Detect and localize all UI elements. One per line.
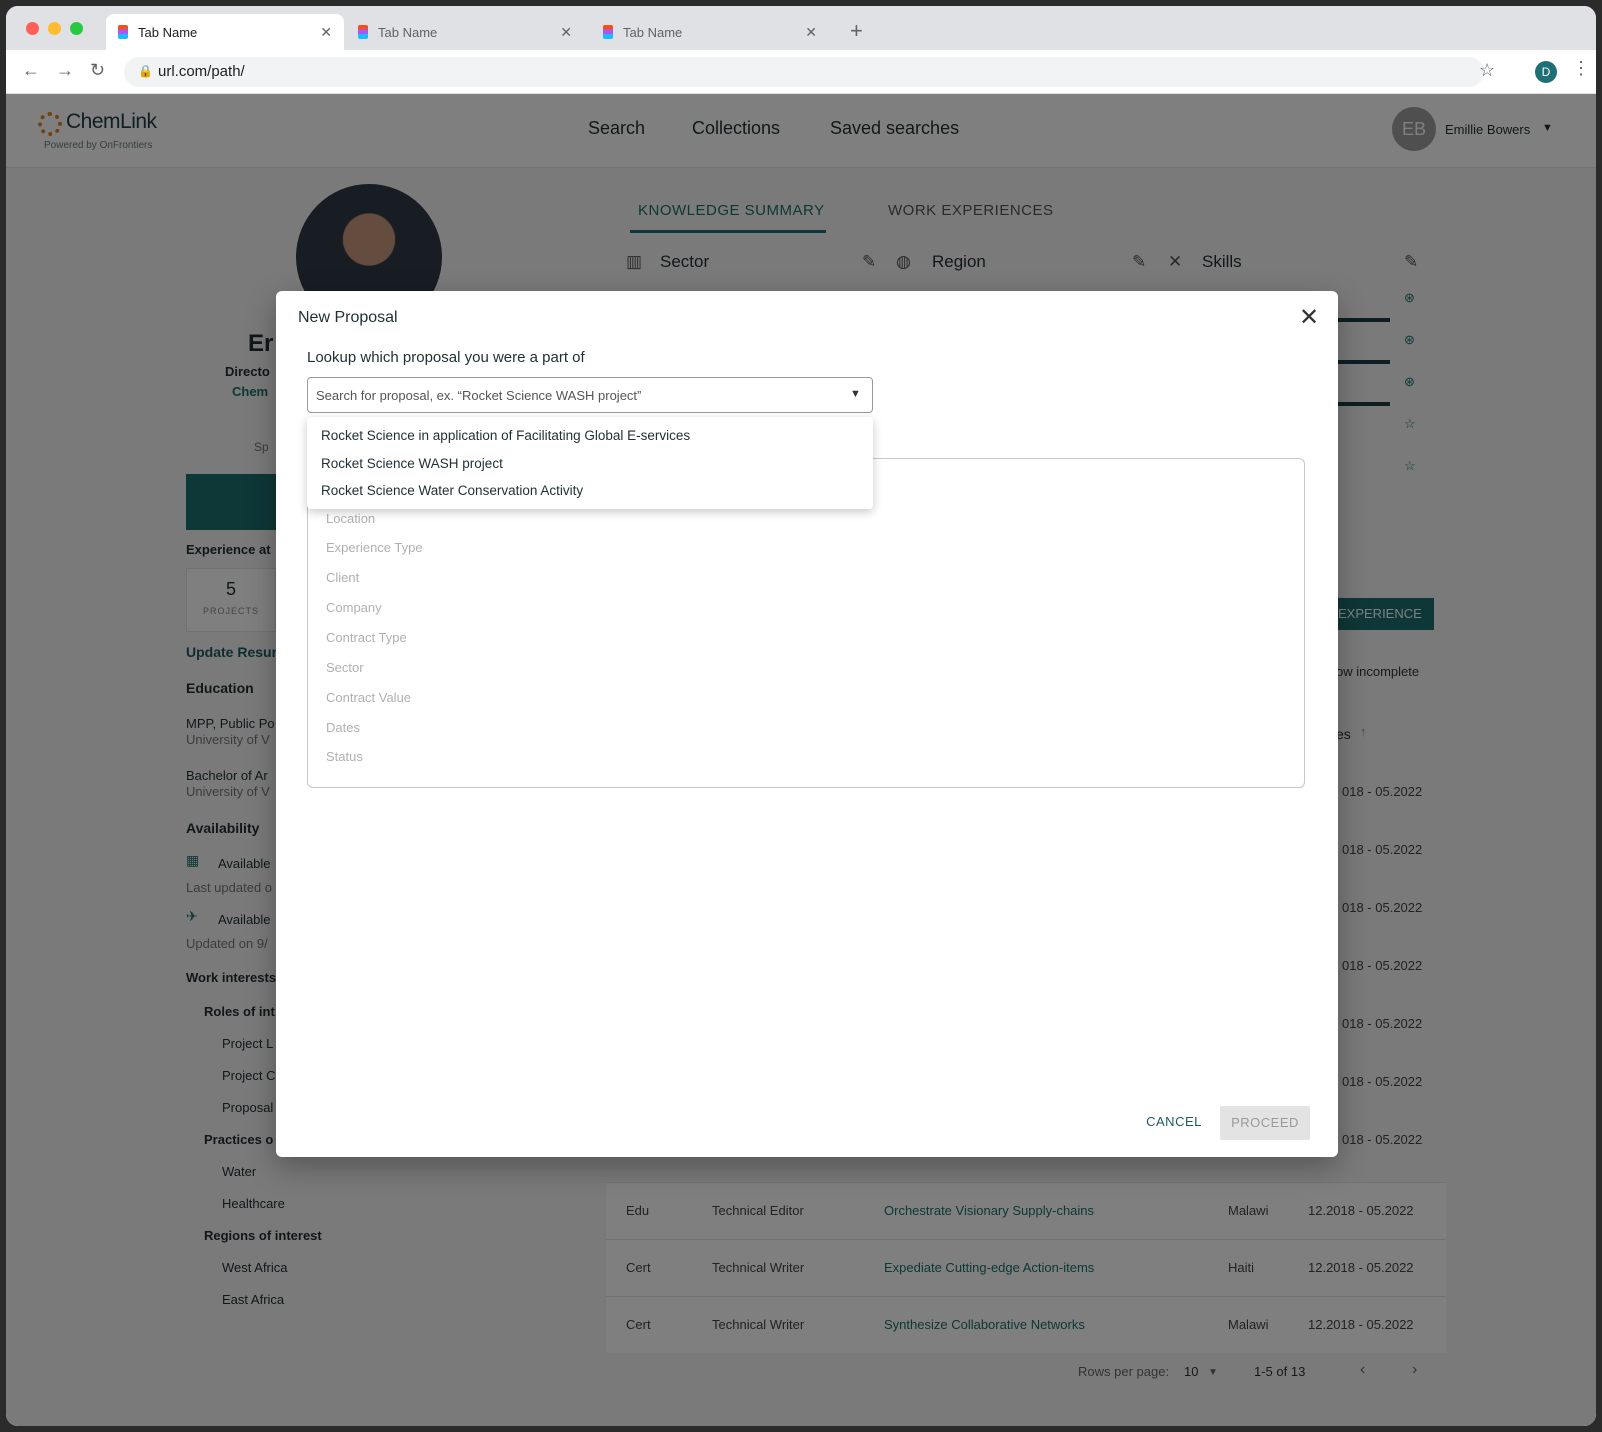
cancel-button[interactable]: CANCEL [1126,1106,1222,1138]
browser-profile-avatar[interactable]: D [1535,61,1557,83]
back-arrow-icon[interactable]: ← [22,60,40,81]
reload-icon[interactable]: ↻ [90,60,105,81]
close-icon[interactable]: ✕ [1299,303,1319,332]
field-dates: Dates [326,720,360,735]
proceed-button[interactable]: PROCEED [1220,1106,1310,1140]
tab-label: Tab Name [378,24,438,40]
browser-tab[interactable]: Tab Name ✕ [591,14,829,50]
tab-label: Tab Name [138,24,198,40]
proposal-search-input[interactable] [308,378,838,412]
browser-menu-icon[interactable]: ⋮ [1572,58,1590,79]
field-location: Location [326,511,376,526]
dialog-title: New Proposal [298,309,398,326]
lock-icon: 🔒 [138,64,153,78]
url-input[interactable]: 🔒 url.com/path/ [124,57,1484,87]
field-experience-type: Experience Type [326,540,423,555]
bookmark-star-icon[interactable]: ☆ [1479,60,1495,81]
field-contract-value: Contract Value [326,690,412,705]
tab-label: Tab Name [623,24,683,40]
lookup-label: Lookup which proposal you were a part of [307,349,585,366]
browser-tab[interactable]: Tab Name ✕ [346,14,584,50]
address-bar: ← → ↻ 🔒 url.com/path/ ☆ D ⋮ [6,50,1596,94]
field-sector: Sector [326,660,364,675]
new-tab-button[interactable]: + [850,18,863,44]
new-proposal-dialog: New Proposal ✕ Lookup which proposal you… [276,291,1338,1157]
minimize-window-button[interactable] [48,22,61,35]
field-company: Company [326,600,382,615]
url-text: url.com/path/ [158,63,245,80]
browser-tab[interactable]: Tab Name ✕ [106,14,344,50]
field-client: Client [326,570,360,585]
proposal-option[interactable]: Rocket Science in application of Facilit… [307,423,873,451]
figma-favicon-icon [603,25,613,39]
forward-arrow-icon[interactable]: → [56,60,74,81]
close-window-button[interactable] [26,22,39,35]
field-contract-type: Contract Type [326,630,407,645]
close-tab-icon[interactable]: ✕ [560,24,572,41]
browser-window: Tab Name ✕ Tab Name ✕ Tab Name ✕ + ← → ↻… [6,6,1596,1426]
figma-favicon-icon [358,25,368,39]
field-status: Status [326,749,363,764]
proposal-option[interactable]: Rocket Science WASH project [307,451,873,479]
dropdown-caret-icon[interactable]: ▼ [850,388,861,400]
tab-strip: Tab Name ✕ Tab Name ✕ Tab Name ✕ + [6,6,1596,50]
proposal-option[interactable]: Rocket Science Water Conservation Activi… [307,478,873,506]
proposal-options-list: Rocket Science in application of Facilit… [307,417,873,509]
figma-favicon-icon [118,25,128,39]
close-tab-icon[interactable]: ✕ [320,24,332,41]
proposal-search-field[interactable]: ▼ [307,377,873,413]
close-tab-icon[interactable]: ✕ [805,24,817,41]
maximize-window-button[interactable] [70,22,83,35]
